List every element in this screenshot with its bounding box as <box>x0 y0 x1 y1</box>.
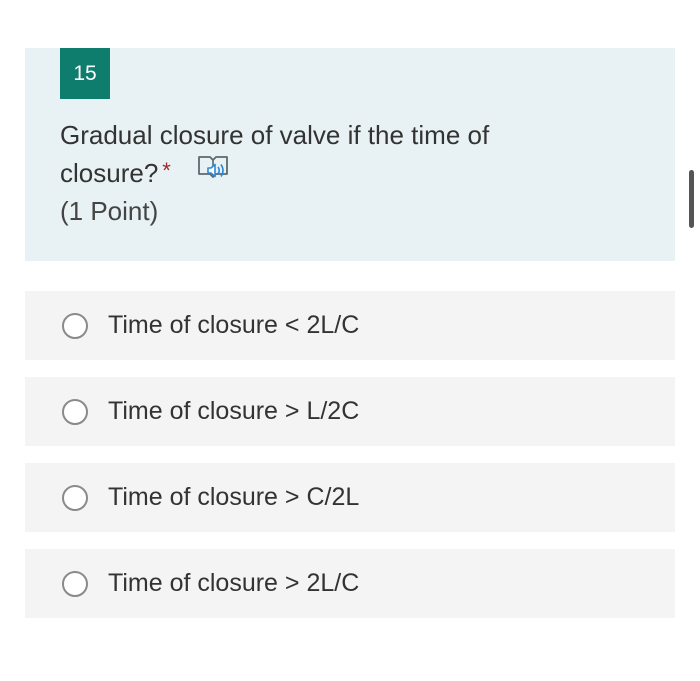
question-points: (1 Point) <box>60 196 159 226</box>
question-number-badge: 15 <box>60 48 110 99</box>
question-title: Gradual closure of valve if the time of … <box>60 116 620 195</box>
option-label: Time of closure > L/2C <box>108 397 360 425</box>
radio-button[interactable] <box>62 484 88 511</box>
option-4[interactable]: Time of closure > 2L/C <box>25 549 675 618</box>
scrollbar-thumb[interactable] <box>689 170 694 228</box>
immersive-reader-icon[interactable] <box>196 152 230 192</box>
option-1[interactable]: Time of closure < 2L/C <box>25 291 675 360</box>
required-marker: * <box>162 158 171 183</box>
radio-button[interactable] <box>62 570 88 597</box>
option-2[interactable]: Time of closure > L/2C <box>25 377 675 446</box>
option-label: Time of closure < 2L/C <box>108 311 360 339</box>
option-label: Time of closure > 2L/C <box>108 569 360 597</box>
question-card: 15 Gradual closure of valve if the time … <box>25 48 675 261</box>
option-label: Time of closure > C/2L <box>108 483 360 511</box>
radio-button[interactable] <box>62 312 88 339</box>
form-page: 15 Gradual closure of valve if the time … <box>0 0 700 681</box>
option-3[interactable]: Time of closure > C/2L <box>25 463 675 532</box>
question-title-line1: Gradual closure of valve if the time of <box>60 120 490 150</box>
question-title-line2: closure? <box>60 158 159 188</box>
radio-button[interactable] <box>62 398 88 425</box>
